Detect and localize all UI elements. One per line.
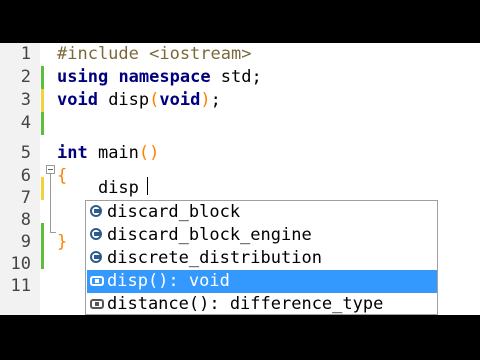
autocomplete-item-label: discard_block — [107, 202, 241, 222]
line-number: 8 — [20, 210, 31, 230]
code-line[interactable]: #include <iostream> — [57, 43, 251, 66]
line-number-gutter: 1 2 3 4 5 6 7 8 9 10 11 — [0, 43, 40, 315]
fold-guide — [50, 174, 51, 232]
line-number: 2 — [20, 67, 31, 87]
line-number: 4 — [20, 113, 31, 133]
code-token: namespace — [118, 67, 211, 87]
autocomplete-popup[interactable]: discard_block discard_block_engine discr… — [85, 200, 438, 315]
line-number: 3 — [20, 90, 31, 110]
code-line[interactable]: int main() — [57, 142, 159, 165]
autocomplete-item[interactable]: distance(): difference_type — [87, 293, 437, 314]
change-marker-line-3 — [41, 89, 44, 112]
code-line[interactable]: disp — [57, 177, 139, 200]
function-icon — [90, 297, 104, 311]
code-line[interactable]: } — [57, 231, 67, 254]
class-icon — [90, 205, 104, 219]
code-token: int — [57, 143, 88, 163]
class-icon — [90, 228, 104, 242]
line-number: 7 — [20, 188, 31, 208]
code-token: void — [159, 90, 201, 110]
code-line[interactable]: void disp(void); — [57, 89, 221, 112]
autocomplete-item-label: disp(): void — [107, 271, 230, 291]
change-marker-line-4 — [41, 112, 44, 135]
code-token: } — [57, 232, 68, 252]
function-icon — [90, 274, 104, 288]
change-marker-line-10 — [41, 246, 44, 269]
line-number: 9 — [20, 232, 31, 252]
text-cursor — [147, 177, 148, 195]
change-marker-line-7 — [41, 177, 44, 200]
autocomplete-item-label: distance(): difference_type — [107, 294, 384, 314]
code-token: std; — [210, 67, 262, 87]
fold-toggle-icon[interactable] — [46, 165, 55, 174]
code-token: ( — [149, 90, 160, 110]
class-icon — [90, 251, 104, 265]
autocomplete-item[interactable]: discard_block — [87, 201, 437, 224]
code-token: #include <iostream> — [57, 44, 252, 64]
code-token: using — [57, 67, 109, 87]
code-token: void — [57, 90, 98, 110]
code-editor[interactable]: 1 2 3 4 5 6 7 8 9 10 11 #include <iostre… — [0, 43, 480, 315]
fold-end-marker — [50, 232, 56, 233]
autocomplete-item-label: discard_block_engine — [107, 225, 312, 245]
change-marker-line-2 — [41, 66, 44, 89]
line-number: 1 — [20, 44, 31, 64]
line-number: 5 — [20, 143, 31, 163]
autocomplete-item[interactable]: discard_block_engine — [87, 224, 437, 247]
code-token: () — [138, 143, 160, 163]
change-marker-line-9 — [41, 223, 44, 246]
line-number: 10 — [10, 254, 31, 274]
autocomplete-item-label: discrete_distribution — [107, 248, 322, 268]
line-number: 6 — [20, 166, 31, 186]
autocomplete-item-selected[interactable]: disp(): void — [87, 270, 437, 293]
code-token: main — [87, 143, 139, 163]
code-token: disp — [97, 90, 150, 110]
line-number: 11 — [10, 276, 31, 296]
code-token: ; — [210, 90, 221, 110]
code-token: disp — [57, 178, 139, 198]
code-line[interactable]: using namespace std; — [57, 66, 262, 89]
code-token: ) — [200, 90, 211, 110]
autocomplete-item[interactable]: discrete_distribution — [87, 247, 437, 270]
